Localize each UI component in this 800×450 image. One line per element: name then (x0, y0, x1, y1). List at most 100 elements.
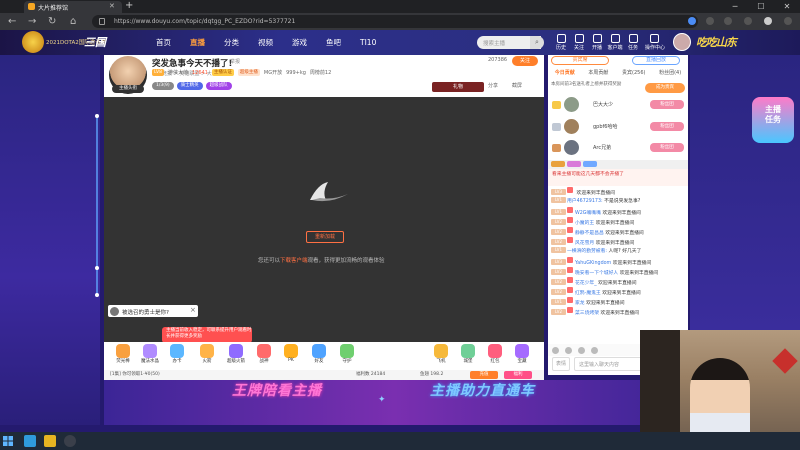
home-icon[interactable]: ⌂ (70, 13, 76, 30)
tab-today[interactable]: 今日贡献 (555, 68, 575, 79)
chat-message: LV2 红鸦-魔鬼王 欢迎来到丰直播间 (551, 287, 685, 296)
settings-icon[interactable] (591, 346, 598, 354)
recharge-button[interactable]: 充值 (470, 371, 498, 379)
menu-icon[interactable] (784, 17, 792, 25)
favorites-icon[interactable] (744, 17, 752, 25)
rank-row[interactable]: Arc兄弟 粉丝团 (550, 138, 686, 158)
close-window-icon[interactable]: ✕ (774, 0, 800, 13)
reload-icon[interactable]: ↻ (48, 13, 56, 30)
gift-item[interactable]: PK (280, 344, 302, 363)
gift-item[interactable]: 荧光棒 (112, 344, 134, 364)
image-icon[interactable] (578, 346, 585, 354)
rank-row[interactable]: gpbf6哈哈 粉丝团 (550, 117, 686, 137)
forward-icon[interactable]: → (28, 13, 36, 30)
deco-dot (95, 114, 99, 118)
extension-icon[interactable] (706, 17, 714, 25)
chat-message: LV3 欢迎来到丰直播间 (551, 187, 685, 196)
gift-item[interactable]: 魔法水晶 (139, 344, 161, 364)
sub-badge[interactable]: 超级战队 (205, 82, 232, 90)
gift-item[interactable]: 火箭 (196, 344, 218, 364)
gift-item[interactable]: 飞机 (430, 344, 452, 364)
banner-left[interactable]: 王牌陪看主播 (232, 380, 322, 400)
meta-item: 999+kg (286, 69, 306, 76)
tab-guests[interactable]: 贵宾(256) (622, 68, 645, 79)
nav-live[interactable]: 直播 (190, 30, 205, 55)
welfare-button[interactable]: 福利 (504, 371, 532, 379)
profile-icon[interactable] (764, 17, 772, 25)
follow-list-button[interactable]: 关注 (570, 34, 588, 51)
reward-text[interactable]: [1集] 你可领取1-¥0(50) (110, 371, 160, 377)
gift-item[interactable]: 好友 (308, 344, 330, 364)
stream-sub-badges: 1/3(9) 骑士精英 超级战队 (152, 82, 232, 90)
url-field[interactable]: https://www.douyu.com/topic/dqtgg_PC_EZD… (92, 15, 698, 28)
minimize-icon[interactable]: ─ (722, 0, 748, 13)
new-tab-icon[interactable]: + (125, 0, 133, 11)
task-button[interactable]: 任务 (624, 34, 642, 51)
download-client-link[interactable]: 下载客户端 (280, 258, 308, 264)
nav-category[interactable]: 分类 (224, 30, 239, 55)
close-icon[interactable]: × (190, 306, 196, 314)
start-live-button[interactable]: 开播 (588, 34, 606, 51)
meta-item: MG开放 (263, 70, 283, 76)
windows-start-icon[interactable] (3, 436, 13, 446)
report-link[interactable]: 举报 (230, 58, 240, 65)
nav-fishbar[interactable]: 鱼吧 (326, 30, 341, 55)
nav-game[interactable]: 游戏 (292, 30, 307, 55)
operation-center-button[interactable]: 操作中心 (645, 34, 665, 51)
cert-badge: 主播认证 (211, 69, 234, 76)
rank-note: 本房间前3名送礼者上榜并获得奖励 (551, 82, 622, 87)
banner-right[interactable]: 主播助力直通车 (430, 380, 535, 400)
site-logo[interactable] (22, 31, 44, 53)
promo-line: 主播 (765, 105, 781, 114)
streamer-name[interactable]: 游侠大帅 (168, 69, 188, 76)
gift-item[interactable]: 宝藏 (511, 344, 533, 364)
fan-badge: 粉丝团 (650, 122, 684, 131)
gift-count-button[interactable]: 礼物 (432, 82, 484, 92)
nav-ti10[interactable]: TI10 (360, 30, 376, 55)
back-icon[interactable]: ← (8, 13, 16, 30)
gift-icon[interactable] (565, 346, 572, 354)
sub-badge[interactable]: 1/3(9) (152, 82, 174, 90)
star-icon[interactable] (688, 17, 696, 25)
gift-item[interactable]: 红包 (484, 344, 506, 364)
browser-tab[interactable]: 大片推荐馆 (24, 1, 122, 13)
tab-vip[interactable]: 贵宾席 (551, 56, 609, 65)
nav-video[interactable]: 视频 (258, 30, 273, 55)
edge-icon[interactable] (24, 435, 36, 447)
sub-badge[interactable]: 骑士精英 (176, 82, 203, 90)
collections-icon[interactable] (724, 17, 732, 25)
smile-icon[interactable] (552, 346, 559, 354)
share-button[interactable]: 分享 (488, 82, 498, 89)
os-taskbar (0, 432, 800, 450)
fan-badge: 粉丝团 (650, 143, 684, 152)
gift-item[interactable]: 城堡 (457, 344, 479, 364)
follow-button[interactable]: 关注 (512, 56, 538, 66)
tab-week[interactable]: 本周贡献 (588, 68, 608, 79)
reload-button[interactable]: 重新加载 (306, 231, 344, 243)
emoji-button[interactable]: 表情 (552, 357, 570, 371)
screen: 大片推荐馆 ✕ + ─ ☐ ✕ ← → ↻ ⌂ https://www.douy… (0, 0, 800, 450)
app-icon[interactable] (44, 435, 56, 447)
tab-fans[interactable]: 粉丝团(4) (659, 68, 681, 79)
header-brush-text: 吃吃山东 (696, 36, 737, 49)
gift-item[interactable]: 守护 (336, 344, 358, 364)
nav-home[interactable]: 首页 (156, 30, 171, 55)
rank-name: Arc兄弟 (593, 145, 612, 151)
rank-row[interactable]: 巴大大少 粉丝团 (550, 95, 686, 115)
hero-prompt[interactable]: 被选召的勇士是你? (108, 305, 198, 317)
history-button[interactable]: 历史 (552, 34, 570, 51)
gift-item[interactable]: 战神 (253, 344, 275, 364)
fish-fin-count: 鱼翅 198.2 (420, 372, 444, 377)
gift-item[interactable]: 办卡 (166, 344, 188, 364)
gift-item[interactable]: 超级火箭 (225, 344, 247, 364)
close-tab-icon[interactable]: ✕ (109, 2, 115, 10)
become-vip-button[interactable]: 成为贵宾 (645, 83, 685, 93)
search-icon[interactable]: ⌕ (530, 36, 544, 49)
app-icon[interactable] (64, 435, 76, 447)
client-button[interactable]: 客户端 (606, 34, 624, 51)
screenshot-button[interactable]: 截屏 (512, 82, 522, 89)
task-promo[interactable]: 主播 任务 (752, 97, 794, 143)
maximize-icon[interactable]: ☐ (748, 0, 774, 13)
user-avatar[interactable] (673, 33, 691, 51)
tab-replay[interactable]: 直播回放 (632, 56, 680, 65)
